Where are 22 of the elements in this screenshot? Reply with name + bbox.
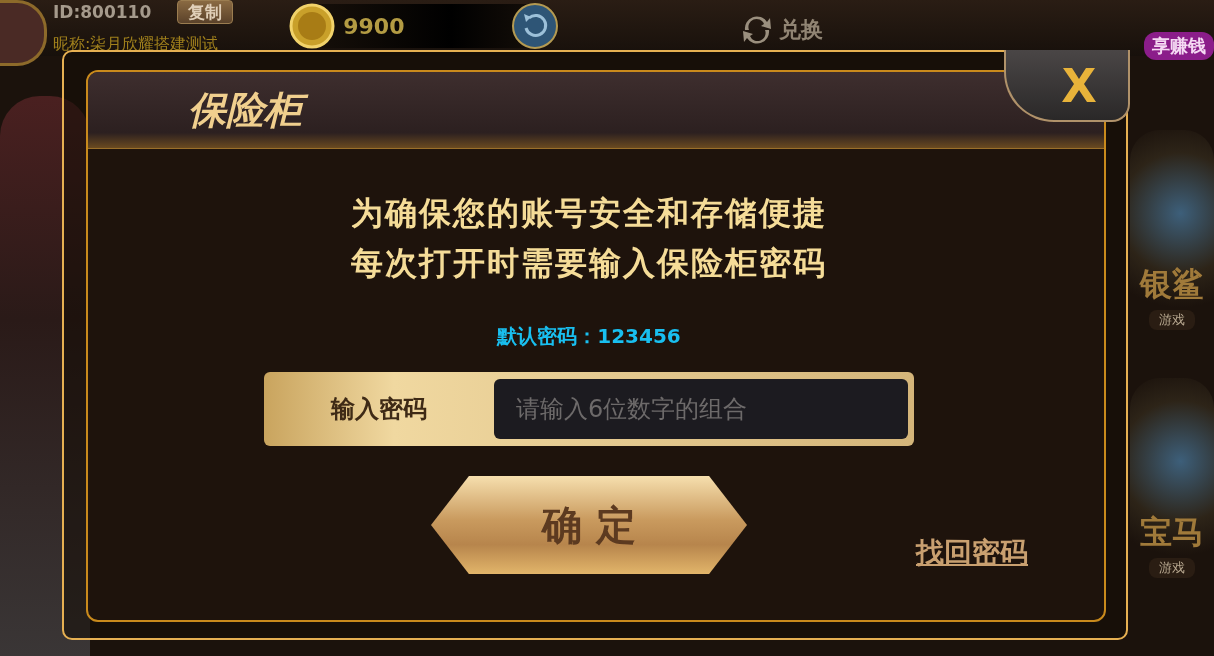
close-button[interactable] [1004,50,1130,122]
copy-button[interactable]: 复制 [177,0,234,24]
coin-amount: 9900 [343,13,406,39]
close-icon[interactable] [1059,65,1099,105]
user-id: ID:800110 [53,2,152,22]
recover-password-link[interactable]: 找回密码 [916,534,1028,572]
message-line: 为确保您的账号安全和存储便捷 [351,193,827,233]
default-password: 默认密码：123456 [497,323,681,350]
promo-badge[interactable]: 享赚钱 [1144,32,1214,60]
game-name: 宝马 [1140,512,1204,552]
start-game-label[interactable]: 游戏 [1149,310,1195,330]
avatar[interactable] [0,0,47,66]
refresh-icon[interactable] [511,2,560,50]
dialog-title: 保险柜 [184,82,310,138]
exchange-label[interactable]: 兑换 [779,15,824,45]
coin-icon [289,3,336,49]
game-name: 银鲨 [1140,264,1204,304]
confirm-button[interactable]: 确 定 [431,476,747,574]
start-game-label[interactable]: 游戏 [1149,558,1195,578]
password-label: 输入密码 [329,394,428,425]
message-line: 每次打开时需要输入保险柜密码 [351,243,827,283]
password-field[interactable]: 输入密码 请输入6位数字的组合 [264,372,914,446]
